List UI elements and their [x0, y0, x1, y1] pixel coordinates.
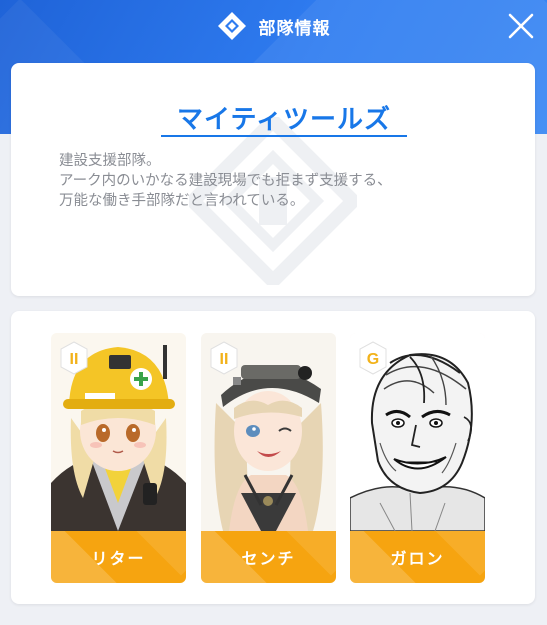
unit-name-underline: [161, 135, 407, 137]
member-name: ガロン: [390, 549, 445, 568]
unit-name: マイティツールズ: [177, 105, 391, 135]
unit-description-line: 万能な働き手部隊だと言われている。: [59, 193, 305, 209]
close-button[interactable]: [507, 12, 535, 40]
rank-badge-text: II: [70, 351, 79, 368]
member-name-plate: リター: [51, 531, 186, 583]
rank-badge-icon: II: [60, 341, 88, 375]
squad-diamond-icon: [217, 12, 246, 40]
rank-badge-text: G: [367, 351, 379, 368]
unit-description: 建設支援部隊。 アーク内のいかなる建設現場でも拒まず支援する、 万能な働き手部隊…: [59, 151, 499, 211]
rank-badge-icon: G: [359, 341, 387, 375]
member-card-3[interactable]: G ガロン: [350, 333, 485, 583]
member-card-1[interactable]: II リター: [51, 333, 186, 583]
rank-badge-icon: II: [210, 341, 238, 375]
member-name-plate: ガロン: [350, 531, 485, 583]
member-name: センチ: [241, 549, 296, 568]
unit-description-line: アーク内のいかなる建設現場でも拒まず支援する、: [59, 173, 392, 189]
header: 部隊情報: [0, 8, 547, 44]
unit-info-card: マイティツールズ 建設支援部隊。 アーク内のいかなる建設現場でも拒まず支援する、…: [11, 63, 535, 296]
members-card: II リター II センチ G ガロン: [11, 311, 535, 604]
rank-badge-text: II: [220, 351, 229, 368]
page-title: 部隊情報: [258, 18, 331, 39]
unit-description-line: 建設支援部隊。: [59, 153, 161, 169]
member-card-2[interactable]: II センチ: [201, 333, 336, 583]
member-name-plate: センチ: [201, 531, 336, 583]
member-name: リター: [91, 549, 146, 568]
close-icon: [508, 13, 534, 39]
